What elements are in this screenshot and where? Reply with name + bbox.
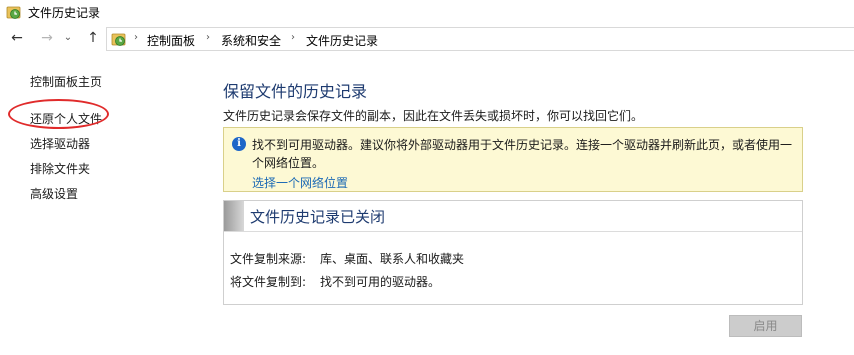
breadcrumb-separator-icon: ›: [206, 32, 210, 43]
recent-locations-chevron-icon[interactable]: ⌄: [62, 29, 74, 47]
page-description: 文件历史记录会保存文件的副本，因此在文件丢失或损坏时，你可以找回它们。: [223, 109, 644, 123]
copy-from-label: 文件复制来源:: [230, 252, 307, 266]
breadcrumb-separator-icon: ›: [134, 32, 138, 43]
address-bar[interactable]: › 控制面板 › 系统和安全 › 文件历史记录: [106, 27, 854, 51]
highlight-annotation-circle: [8, 99, 109, 129]
status-indicator-bar: [224, 201, 244, 231]
copy-to-value: 找不到可用的驱动器。: [320, 275, 441, 289]
sidebar-item-advanced-settings[interactable]: 高级设置: [30, 185, 78, 202]
copy-from-value: 库、桌面、联系人和收藏夹: [320, 252, 465, 266]
window-title: 文件历史记录: [28, 6, 101, 20]
navigation-bar: ← → ⌄ ↑ › 控制面板 › 系统和安全 › 文件历史记录: [0, 26, 854, 52]
info-icon: i: [232, 137, 246, 151]
forward-arrow-icon[interactable]: →: [38, 29, 56, 47]
back-arrow-icon[interactable]: ←: [8, 29, 26, 47]
sidebar-item-control-panel-home[interactable]: 控制面板主页: [30, 73, 102, 90]
select-network-location-link[interactable]: 选择一个网络位置: [252, 174, 348, 191]
info-notification-bar: i 找不到可用驱动器。建议你将外部驱动器用于文件历史记录。连接一个驱动器并刷新此…: [223, 127, 803, 192]
status-panel: 文件历史记录已关闭 文件复制来源: 库、桌面、联系人和收藏夹 将文件复制到: 找…: [223, 200, 803, 305]
breadcrumb-control-panel[interactable]: 控制面板: [147, 32, 195, 49]
enable-button[interactable]: 启用: [729, 315, 802, 337]
file-history-icon: [111, 33, 126, 46]
breadcrumb-file-history[interactable]: 文件历史记录: [306, 32, 378, 49]
info-message: 找不到可用驱动器。建议你将外部驱动器用于文件历史记录。连接一个驱动器并刷新此页，…: [252, 138, 793, 170]
breadcrumb-system-security[interactable]: 系统和安全: [221, 32, 281, 49]
sidebar-item-select-drive[interactable]: 选择驱动器: [30, 135, 90, 152]
file-history-icon: [6, 6, 21, 19]
sidebar-item-exclude-folders[interactable]: 排除文件夹: [30, 160, 90, 177]
status-title: 文件历史记录已关闭: [250, 208, 386, 226]
copy-to-label: 将文件复制到:: [230, 275, 307, 289]
page-title: 保留文件的历史记录: [223, 82, 368, 101]
title-bar: 文件历史记录: [0, 0, 854, 24]
breadcrumb-separator-icon: ›: [291, 32, 295, 43]
status-header: 文件历史记录已关闭: [224, 201, 802, 232]
up-arrow-icon[interactable]: ↑: [84, 29, 102, 47]
